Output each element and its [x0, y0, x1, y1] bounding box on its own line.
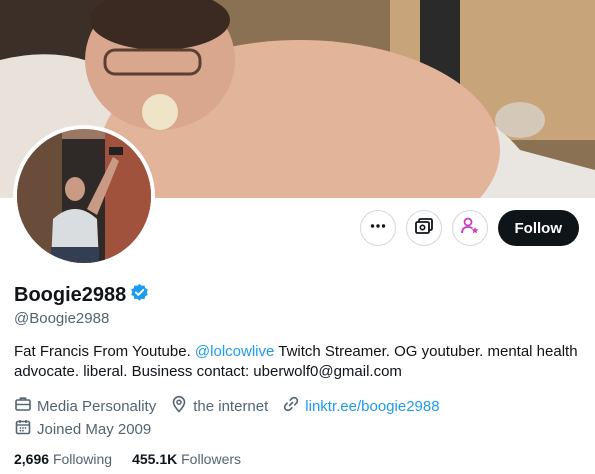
handle: @Boogie2988	[14, 310, 110, 327]
location-pin-icon	[170, 395, 188, 417]
link-icon	[282, 395, 300, 417]
followers-link[interactable]: 455.1K Followers	[132, 451, 241, 467]
subscribe-person-icon	[460, 216, 480, 241]
joined-row: Joined May 2009	[14, 418, 151, 440]
location-text: the internet	[193, 397, 269, 415]
subscribe-money-button[interactable]	[405, 210, 442, 246]
bio-mention-link[interactable]: @lolcowlive	[195, 343, 274, 360]
profile-avatar[interactable]	[13, 125, 155, 267]
following-label: Following	[52, 451, 113, 467]
verified-badge-icon[interactable]	[130, 283, 149, 307]
follow-button[interactable]: Follow	[497, 210, 579, 246]
joined-text: Joined May 2009	[37, 420, 152, 438]
follow-stats: 2,696 Following 455.1K Followers	[14, 451, 241, 467]
followers-label: Followers	[181, 451, 242, 467]
more-icon	[369, 217, 387, 240]
category-text: Media Personality	[37, 397, 157, 415]
profile-meta-row: Media Personality the internet linktr.ee…	[14, 395, 440, 417]
name-row: Boogie2988	[14, 283, 149, 307]
location-item: the internet	[170, 395, 268, 417]
followers-count: 455.1K	[132, 451, 178, 467]
display-name: Boogie2988	[14, 283, 127, 306]
calendar-icon	[14, 418, 32, 440]
following-link[interactable]: 2,696 Following	[14, 451, 112, 467]
profile-actions: Follow	[359, 210, 579, 246]
subscribe-person-button[interactable]	[451, 210, 488, 246]
website-link[interactable]: linktr.ee/boogie2988	[305, 398, 439, 415]
subscribe-money-icon	[414, 216, 434, 241]
more-button[interactable]	[359, 210, 396, 246]
avatar-photo	[17, 129, 151, 263]
following-count: 2,696	[14, 451, 50, 467]
bio-text-start: Fat Francis From Youtube.	[14, 343, 195, 360]
briefcase-icon	[14, 395, 32, 417]
bio: Fat Francis From Youtube. @lolcowlive Tw…	[14, 342, 584, 382]
joined-item: Joined May 2009	[14, 418, 151, 440]
category-item: Media Personality	[14, 395, 156, 417]
website-item: linktr.ee/boogie2988	[282, 395, 440, 417]
